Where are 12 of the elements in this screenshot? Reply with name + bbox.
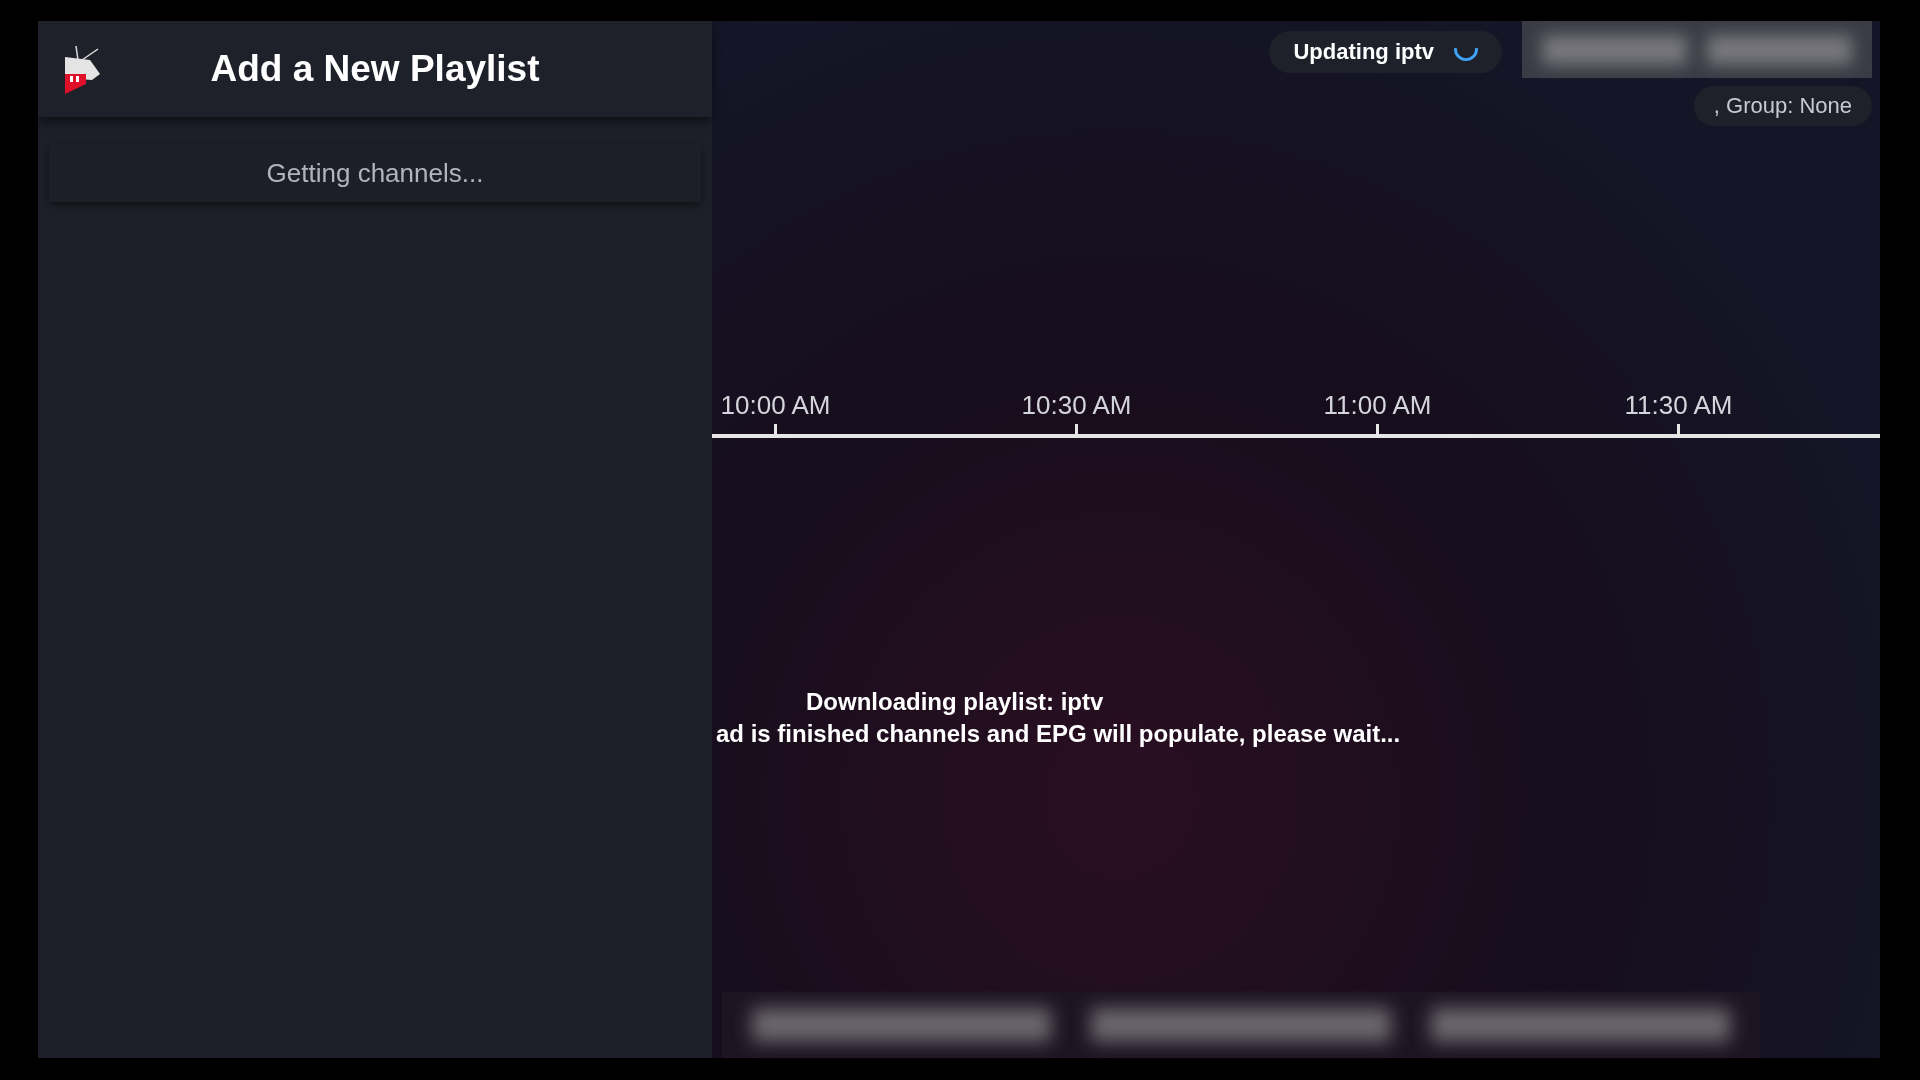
time-label: 11:00 AM (1323, 390, 1432, 422)
spinner-icon (1454, 48, 1478, 62)
update-label: Updating iptv (1293, 39, 1434, 65)
status-text: Getting channels... (266, 157, 484, 189)
time-label: 11:30 AM (1624, 390, 1733, 422)
time-label: 10:00 AM (720, 390, 831, 422)
panel-title: Add a New Playlist (209, 48, 541, 90)
logo-icon (62, 43, 102, 95)
message-line: ad is finished channels and EPG will populate, please wait... (715, 720, 1402, 748)
time-label: 10:30 AM (1021, 390, 1132, 422)
group-label: , Group: None (1713, 93, 1852, 119)
message-line: Downloading playlist: iptv (805, 688, 1105, 716)
